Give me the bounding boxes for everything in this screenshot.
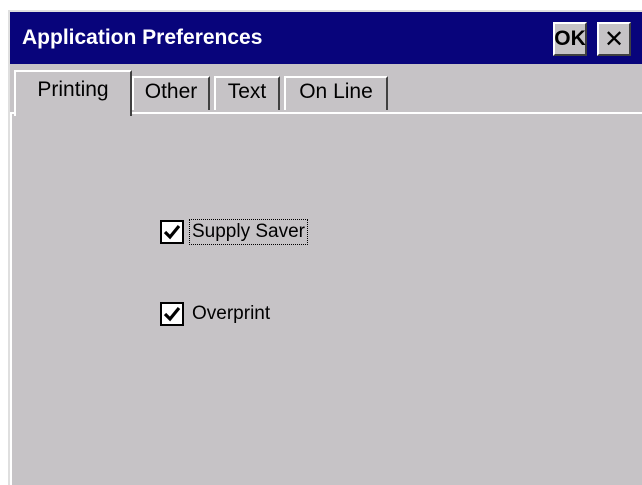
printing-panel: Supply Saver Overprint	[10, 112, 642, 485]
overprint-checkbox[interactable]	[160, 302, 184, 326]
close-icon: ✕	[603, 25, 625, 53]
tab-printing[interactable]: Printing	[14, 70, 132, 116]
title-bar: Application Preferences OK ✕	[10, 12, 642, 64]
tab-text[interactable]: Text	[214, 76, 280, 110]
window-title: Application Preferences	[22, 26, 263, 49]
tab-strip: Printing Other Text On Line	[10, 64, 642, 116]
tab-on-line[interactable]: On Line	[284, 76, 388, 110]
overprint-option[interactable]: Overprint	[160, 302, 272, 326]
supply-saver-label: Supply Saver	[188, 219, 309, 245]
overprint-label: Overprint	[192, 303, 271, 324]
supply-saver-option[interactable]: Supply Saver	[160, 219, 309, 245]
preferences-dialog: Application Preferences OK ✕ Printing Ot…	[8, 10, 642, 485]
ok-button[interactable]: OK	[553, 22, 587, 56]
supply-saver-checkbox[interactable]	[160, 220, 184, 244]
checkmark-icon	[163, 306, 181, 322]
checkmark-icon	[163, 224, 181, 240]
close-button[interactable]: ✕	[597, 22, 631, 56]
tab-other[interactable]: Other	[132, 76, 210, 110]
